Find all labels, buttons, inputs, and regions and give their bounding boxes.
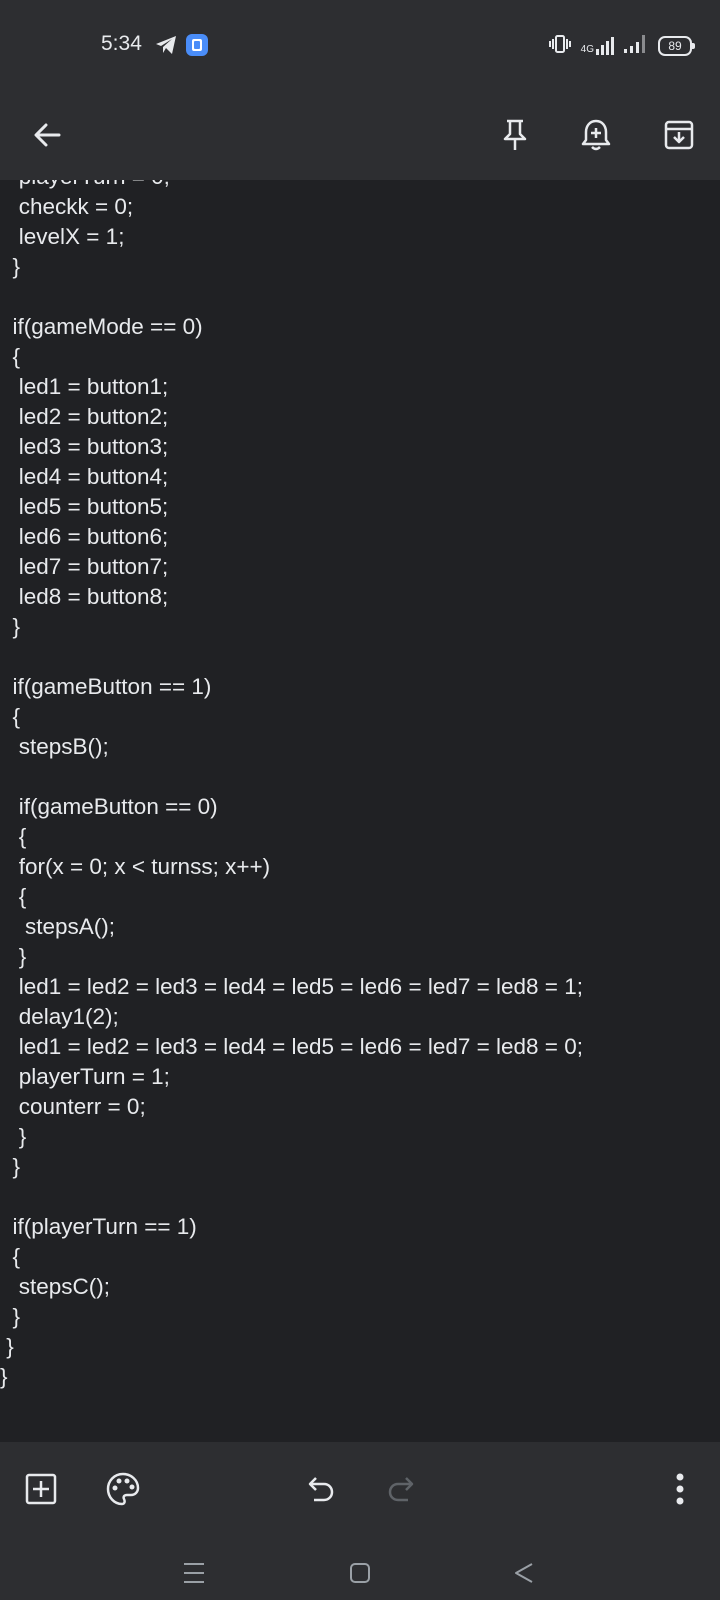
note-line: { xyxy=(0,1244,21,1269)
note-line: } xyxy=(0,1154,21,1179)
add-box-icon[interactable] xyxy=(16,1464,66,1514)
note-line xyxy=(0,282,583,312)
note-line: } xyxy=(0,1304,21,1329)
note-line: led2 = button2; xyxy=(0,404,169,429)
note-line: playerTurn = 0; xyxy=(0,180,583,192)
note-line: led3 = button3; xyxy=(0,434,169,459)
note-line: for(x = 0; x < turnss; x++) xyxy=(0,854,271,879)
note-line: { xyxy=(0,704,21,729)
note-line: counterr = 0; xyxy=(0,1094,146,1119)
palette-icon[interactable] xyxy=(98,1464,148,1514)
more-vert-icon[interactable] xyxy=(655,1464,705,1514)
note-body[interactable]: playerTurn = 0; checkk = 0; levelX = 1; … xyxy=(0,180,720,1442)
note-line: stepsA(); xyxy=(0,914,116,939)
telegram-icon xyxy=(155,35,177,59)
network-type-label: 4G xyxy=(580,44,594,55)
note-line: led7 = button7; xyxy=(0,554,169,579)
note-line: delay1(2); xyxy=(0,1004,119,1029)
note-toolbar xyxy=(0,90,720,180)
note-text[interactable]: playerTurn = 0; checkk = 0; levelX = 1; … xyxy=(0,180,583,1392)
bottom-bar xyxy=(0,1442,720,1600)
note-line: { xyxy=(0,884,27,909)
signal-4g-icon: 4G xyxy=(581,37,614,55)
note-line: if(gameMode == 0) xyxy=(0,314,203,339)
note-line: led1 = button1; xyxy=(0,374,169,399)
note-line: } xyxy=(0,1364,8,1389)
note-line: } xyxy=(0,1334,14,1359)
reminder-icon[interactable] xyxy=(571,110,621,160)
note-line: playerTurn = 1; xyxy=(0,1064,170,1089)
back-arrow-icon[interactable] xyxy=(22,110,72,160)
back-triangle-icon[interactable] xyxy=(504,1556,544,1590)
note-line: } xyxy=(0,614,21,639)
app-notification-icon xyxy=(185,33,209,61)
status-left-icons xyxy=(155,33,209,61)
note-line: led6 = button6; xyxy=(0,524,169,549)
note-line: stepsC(); xyxy=(0,1274,111,1299)
pin-icon[interactable] xyxy=(490,110,540,160)
note-line: } xyxy=(0,944,27,969)
battery-icon: 89 xyxy=(658,36,695,56)
note-line: led5 = button5; xyxy=(0,494,169,519)
signal-icon xyxy=(624,35,648,57)
archive-icon[interactable] xyxy=(654,110,704,160)
note-line: { xyxy=(0,824,27,849)
note-line: checkk = 0; xyxy=(0,194,134,219)
status-bar: 5:34 4G 89 xyxy=(0,0,720,90)
note-line: led1 = led2 = led3 = led4 = led5 = led6 … xyxy=(0,1034,583,1059)
recents-icon[interactable] xyxy=(174,1556,214,1590)
note-line xyxy=(0,1182,583,1212)
note-line: if(gameButton == 1) xyxy=(0,674,212,699)
note-line: stepsB(); xyxy=(0,734,109,759)
note-line: levelX = 1; xyxy=(0,224,125,249)
note-line: } xyxy=(0,254,21,279)
system-nav-bar xyxy=(0,1542,720,1600)
status-right-icons: 4G 89 xyxy=(548,35,695,57)
note-line: led1 = led2 = led3 = led4 = led5 = led6 … xyxy=(0,974,583,999)
redo-icon[interactable] xyxy=(376,1464,426,1514)
home-icon[interactable] xyxy=(340,1556,380,1590)
note-line: { xyxy=(0,344,21,369)
note-line: led8 = button8; xyxy=(0,584,169,609)
note-line: if(gameButton == 0) xyxy=(0,794,218,819)
note-line: if(playerTurn == 1) xyxy=(0,1214,197,1239)
status-time: 5:34 xyxy=(101,32,142,55)
undo-icon[interactable] xyxy=(296,1464,346,1514)
note-line xyxy=(0,642,583,672)
note-line: led4 = button4; xyxy=(0,464,169,489)
note-line: } xyxy=(0,1124,27,1149)
vibrate-icon xyxy=(548,35,571,57)
note-line xyxy=(0,762,583,792)
